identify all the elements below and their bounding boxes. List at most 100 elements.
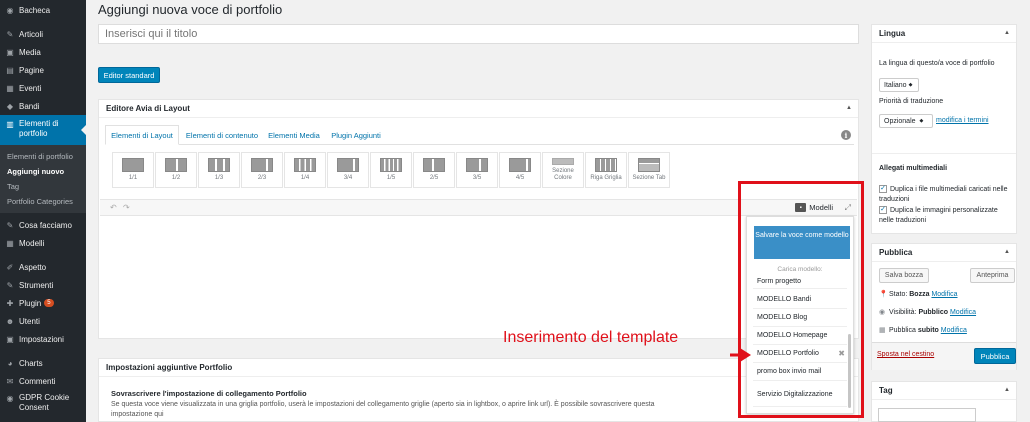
layout-element-3-4[interactable]: 3/4 [327, 152, 369, 188]
sidebar-item-label: Strumenti [19, 280, 54, 290]
layout-element-label: Sezione Colore [552, 168, 574, 181]
tag-box: Tag ▲ [871, 381, 1017, 422]
avia-tabs: Elementi di Layout Elementi di contenuto… [105, 125, 854, 145]
publish-header[interactable]: Pubblica ▲ [872, 244, 1016, 262]
sidebar-item-aspetto[interactable]: ✐ Aspetto [0, 258, 86, 276]
sidebar-item-label: Impostazioni [19, 334, 64, 344]
collapse-arrow-icon[interactable]: ▲ [1004, 30, 1010, 36]
sidebar-item-charts[interactable]: ◕ Charts [0, 354, 86, 372]
tab-media-elements[interactable]: Elementi Media [265, 125, 323, 145]
status-value: Bozza [909, 291, 930, 298]
sidebar-item-plugin[interactable]: ✚ Plugin 5 [0, 294, 86, 312]
tab-content-elements[interactable]: Elementi di contenuto [183, 125, 261, 145]
status-modify-link[interactable]: Modifica [931, 291, 957, 298]
layout-element-label: 1/4 [300, 175, 310, 181]
appearance-icon: ✐ [6, 262, 14, 272]
layout-element-4-5[interactable]: 4/5 [499, 152, 541, 188]
modify-terms-link[interactable]: modifica i termini [936, 117, 989, 124]
tag-input[interactable] [878, 408, 976, 422]
avia-editor-header[interactable]: Editore Avia di Layout ▲ [99, 100, 858, 118]
settings-icon: ▣ [6, 334, 14, 344]
trash-link[interactable]: Sposta nel cestino [877, 351, 934, 358]
submenu-item-add-new[interactable]: Aggiungi nuovo [0, 164, 86, 179]
extra-settings-title: Impostazioni aggiuntive Portfolio [106, 363, 233, 372]
layout-element-2-5[interactable]: 2/5 [413, 152, 455, 188]
annotation-arrow-icon [730, 348, 751, 362]
column-icon [251, 158, 273, 172]
sidebar-item-modelli[interactable]: ▦ Modelli [0, 234, 86, 252]
sidebar-item-media[interactable]: ▣ Media [0, 43, 86, 61]
layout-element-label: 2/5 [429, 175, 439, 181]
layout-element-1-3[interactable]: 1/3 [198, 152, 240, 188]
schedule-modify-link[interactable]: Modifica [941, 327, 967, 334]
column-icon [294, 158, 316, 172]
submenu-item-categories[interactable]: Portfolio Categories [0, 194, 86, 209]
select-arrows-icon: ◆ [919, 118, 924, 124]
tag-title: Tag [879, 386, 893, 395]
status-row: Stato: Bozza Modifica [889, 291, 958, 298]
priority-select-value: Opzionale [884, 117, 916, 125]
sidebar-item-utenti[interactable]: ☻ Utenti [0, 312, 86, 330]
layout-element-label: 3/4 [343, 175, 353, 181]
layout-element-label: 1/3 [214, 175, 224, 181]
users-icon: ☻ [5, 316, 15, 326]
sidebar-item-label: Cosa facciamo [19, 220, 72, 230]
highlight-box [738, 181, 864, 418]
media-attachments-title: Allegati multimediali [879, 165, 948, 172]
submenu-item-portfolio[interactable]: Elementi di portfolio [0, 149, 86, 164]
sidebar-item-gdpr[interactable]: ◉ GDPR Cookie Consent [0, 390, 86, 416]
language-select[interactable]: Italiano ◆ [879, 78, 919, 92]
language-header[interactable]: Lingua ▲ [872, 25, 1016, 43]
tab-plugin-elements[interactable]: Plugin Aggiunti [327, 125, 385, 145]
collapse-arrow-icon[interactable]: ▲ [1004, 249, 1010, 255]
sidebar-item-commenti[interactable]: ✉ Commenti [0, 372, 86, 390]
sidebar-item-strumenti[interactable]: ✎ Strumenti [0, 276, 86, 294]
publish-button[interactable]: Pubblica [974, 348, 1016, 364]
tab-layout-elements[interactable]: Elementi di Layout [105, 125, 179, 145]
color-section-icon [552, 158, 574, 165]
language-select-value: Italiano [884, 81, 907, 89]
layout-element-label: Sezione Tab [632, 175, 666, 181]
info-icon[interactable]: i [841, 130, 851, 140]
undo-icon[interactable]: ↶ [110, 203, 117, 212]
layout-element-grid-row[interactable]: Riga Griglia [585, 152, 627, 188]
layout-element-2-3[interactable]: 2/3 [241, 152, 283, 188]
layout-element-label: 1/5 [386, 175, 396, 181]
pin-icon: ✎ [6, 220, 14, 230]
layout-element-1-5[interactable]: 1/5 [370, 152, 412, 188]
sidebar-item-pagine[interactable]: ▤ Pagine [0, 61, 86, 79]
preview-button[interactable]: Anteprima [970, 268, 1015, 283]
title-input[interactable] [98, 24, 859, 44]
eye-icon: ◉ [879, 309, 886, 316]
sidebar-item-bandi[interactable]: ◆ Bandi [0, 97, 86, 115]
pin-icon: ✎ [6, 29, 14, 39]
publish-box: Pubblica ▲ Salva bozza Anteprima 📍 Stato… [871, 243, 1017, 370]
standard-editor-button[interactable]: Editor standard [98, 67, 160, 83]
sidebar-item-articoli[interactable]: ✎ Articoli [0, 25, 86, 43]
collapse-arrow-icon[interactable]: ▲ [1004, 387, 1010, 393]
priority-select[interactable]: Opzionale ◆ [879, 114, 933, 128]
sidebar-item-portfolio[interactable]: ▥ Elementi di portfolio [0, 115, 86, 145]
sidebar-item-cosa-facciamo[interactable]: ✎ Cosa facciamo [0, 216, 86, 234]
annotation-text: Inserimento del template [503, 329, 679, 346]
layout-element-tab-section[interactable]: Sezione Tab [628, 152, 670, 188]
save-draft-button[interactable]: Salva bozza [879, 268, 929, 283]
layout-element-3-5[interactable]: 3/5 [456, 152, 498, 188]
layout-element-1-4[interactable]: 1/4 [284, 152, 326, 188]
tag-header[interactable]: Tag ▲ [872, 382, 1016, 400]
sidebar-item-eventi[interactable]: ▦ Eventi [0, 79, 86, 97]
sidebar-item-label: GDPR Cookie Consent [19, 393, 70, 412]
layout-element-1-2[interactable]: 1/2 [155, 152, 197, 188]
sidebar-item-label: Articoli [19, 29, 44, 39]
submenu-item-tag[interactable]: Tag [0, 179, 86, 194]
layout-element-color-section[interactable]: Sezione Colore [542, 152, 584, 188]
redo-icon[interactable]: ↷ [123, 203, 130, 212]
collapse-arrow-icon[interactable]: ▲ [846, 105, 852, 111]
layout-element-1-1[interactable]: 1/1 [112, 152, 154, 188]
sidebar-item-label: Elementi di portfolio [19, 119, 59, 138]
sidebar-item-bacheca[interactable]: ◉ Bacheca [0, 1, 86, 19]
sidebar-item-label: Utenti [19, 316, 40, 326]
calendar-icon: ▦ [6, 83, 14, 93]
sidebar-item-impostazioni[interactable]: ▣ Impostazioni [0, 330, 86, 348]
visibility-modify-link[interactable]: Modifica [950, 309, 976, 316]
